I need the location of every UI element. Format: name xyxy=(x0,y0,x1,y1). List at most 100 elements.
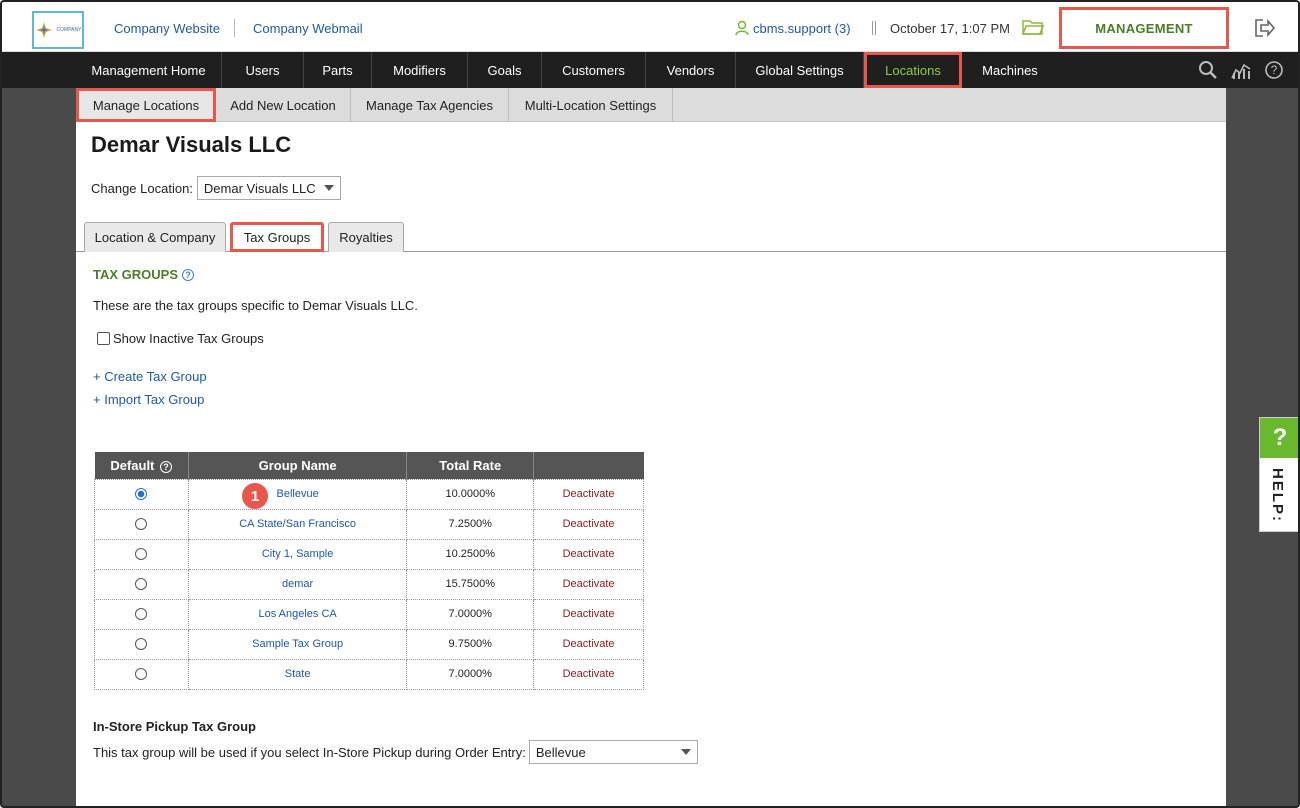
tab-tax-groups[interactable]: Tax Groups xyxy=(230,222,324,252)
total-rate: 7.0000% xyxy=(406,598,535,630)
nav-machines[interactable]: Machines xyxy=(962,52,1058,88)
change-location-value: Demar Visuals LLC xyxy=(203,180,316,196)
default-radio[interactable] xyxy=(135,548,148,560)
step-badge: 1 xyxy=(242,483,268,509)
nav-customers[interactable]: Customers xyxy=(542,52,646,88)
deactivate-link[interactable]: Deactivate xyxy=(533,478,644,510)
show-inactive-row[interactable]: Show Inactive Tax Groups xyxy=(97,331,264,346)
info-icon[interactable]: ? xyxy=(160,460,173,473)
default-radio[interactable] xyxy=(135,578,148,590)
default-cell xyxy=(94,508,189,540)
show-inactive-checkbox[interactable] xyxy=(97,332,110,345)
deactivate-link[interactable]: Deactivate xyxy=(533,628,644,660)
subnav-manage-tax-agencies[interactable]: Manage Tax Agencies xyxy=(351,88,509,122)
import-tax-group-link[interactable]: + Import Tax Group xyxy=(93,392,204,407)
app-frame: COMPANY Company Website Company Webmail … xyxy=(0,0,1300,808)
nav-vendors[interactable]: Vendors xyxy=(646,52,736,88)
folder-icon[interactable] xyxy=(1022,18,1044,36)
default-radio[interactable] xyxy=(135,608,148,620)
nav-goals[interactable]: Goals xyxy=(468,52,542,88)
search-icon[interactable] xyxy=(1198,60,1218,80)
nav-icons: ? xyxy=(1198,60,1284,80)
info-icon[interactable]: ? xyxy=(182,268,194,281)
default-cell xyxy=(94,538,189,570)
group-name-link[interactable]: Sample Tax Group xyxy=(187,628,408,660)
show-inactive-label: Show Inactive Tax Groups xyxy=(113,331,264,346)
subnav-manage-locations[interactable]: Manage Locations xyxy=(76,88,216,122)
sub-nav: Manage Locations Add New Location Manage… xyxy=(76,88,1226,122)
table-row: Los Angeles CA 7.0000% Deactivate xyxy=(94,598,644,630)
pickup-title: In-Store Pickup Tax Group xyxy=(93,719,257,734)
default-radio[interactable] xyxy=(135,638,148,650)
default-radio[interactable] xyxy=(135,518,148,530)
subnav-add-new-location[interactable]: Add New Location xyxy=(216,88,351,122)
help-question-icon: ? xyxy=(1260,418,1298,458)
group-name-link[interactable]: demar xyxy=(187,568,408,600)
header-default-label: Default xyxy=(110,457,155,473)
main-nav: Management Home Users Parts Modifiers Go… xyxy=(2,52,1298,88)
tab-location-company[interactable]: Location & Company xyxy=(84,222,226,252)
group-name-link[interactable]: CA State/San Francisco xyxy=(187,508,408,540)
section-title: TAX GROUPS ? xyxy=(93,267,194,282)
reports-chart-icon[interactable] xyxy=(1230,60,1252,80)
nav-global-settings[interactable]: Global Settings xyxy=(736,52,864,88)
deactivate-link[interactable]: Deactivate xyxy=(533,538,644,570)
change-location-select[interactable]: Demar Visuals LLC xyxy=(196,176,341,200)
tab-bar: Location & Company Tax Groups Royalties xyxy=(76,220,1226,252)
table-row: demar 15.7500% Deactivate xyxy=(94,568,644,600)
table-row: CA State/San Francisco 7.2500% Deactivate xyxy=(94,508,644,540)
tax-groups-table: Default ? Group Name Total Rate Bellevue… xyxy=(94,452,644,690)
default-radio[interactable] xyxy=(135,668,148,680)
user-menu[interactable]: cbms.support (3) xyxy=(734,20,851,36)
logout-icon[interactable] xyxy=(1254,18,1276,38)
logo-text: COMPANY xyxy=(56,27,82,33)
table-header-row: Default ? Group Name Total Rate xyxy=(94,452,644,479)
header-group-name: Group Name xyxy=(188,452,408,479)
subnav-multi-location-settings[interactable]: Multi-Location Settings xyxy=(509,88,673,122)
divider xyxy=(234,19,235,37)
help-circle-icon[interactable]: ? xyxy=(1264,60,1284,80)
tab-royalties[interactable]: Royalties xyxy=(328,222,404,252)
content-panel: Demar Visuals LLC Change Location: Demar… xyxy=(76,122,1226,806)
company-website-link[interactable]: Company Website xyxy=(114,21,220,36)
help-label: HELP: xyxy=(1269,468,1286,523)
default-radio[interactable] xyxy=(135,488,148,500)
pickup-tax-group-select[interactable]: Bellevue xyxy=(528,740,698,764)
create-tax-group-link[interactable]: + Create Tax Group xyxy=(93,369,207,384)
total-rate: 9.7500% xyxy=(406,628,535,660)
deactivate-link[interactable]: Deactivate xyxy=(533,508,644,540)
group-name-link[interactable]: State xyxy=(187,658,408,690)
tax-groups-heading: TAX GROUPS xyxy=(93,267,178,282)
table-row: City 1, Sample 10.2500% Deactivate xyxy=(94,538,644,570)
deactivate-link[interactable]: Deactivate xyxy=(533,598,644,630)
nav-management-home[interactable]: Management Home xyxy=(76,52,222,88)
table-row: Sample Tax Group 9.7500% Deactivate xyxy=(94,628,644,660)
total-rate: 10.0000% xyxy=(406,478,535,510)
management-button[interactable]: MANAGEMENT xyxy=(1059,7,1229,49)
header-actions xyxy=(533,452,644,479)
default-cell xyxy=(94,658,189,690)
page-title: Demar Visuals LLC xyxy=(91,132,292,157)
change-location-row: Change Location: Demar Visuals LLC xyxy=(91,176,341,200)
default-cell xyxy=(94,628,189,660)
group-name-link[interactable]: Los Angeles CA xyxy=(187,598,408,630)
chevron-down-icon xyxy=(680,749,691,755)
deactivate-link[interactable]: Deactivate xyxy=(533,568,644,600)
total-rate: 7.2500% xyxy=(406,508,535,540)
nav-modifiers[interactable]: Modifiers xyxy=(372,52,468,88)
divider xyxy=(872,21,876,35)
user-name: cbms.support (3) xyxy=(753,20,851,36)
nav-users[interactable]: Users xyxy=(222,52,304,88)
help-side-tab[interactable]: ? HELP: xyxy=(1259,417,1298,532)
company-logo[interactable]: COMPANY xyxy=(32,11,84,49)
total-rate: 10.2500% xyxy=(406,538,535,570)
default-cell xyxy=(94,598,189,630)
company-webmail-link[interactable]: Company Webmail xyxy=(253,21,363,36)
group-name-link[interactable]: City 1, Sample xyxy=(187,538,408,570)
group-name-link[interactable]: Bellevue xyxy=(187,478,408,510)
deactivate-link[interactable]: Deactivate xyxy=(533,658,644,690)
nav-locations[interactable]: Locations xyxy=(864,52,962,88)
header-total-rate: Total Rate xyxy=(406,452,535,479)
default-cell xyxy=(94,478,189,510)
nav-parts[interactable]: Parts xyxy=(304,52,372,88)
